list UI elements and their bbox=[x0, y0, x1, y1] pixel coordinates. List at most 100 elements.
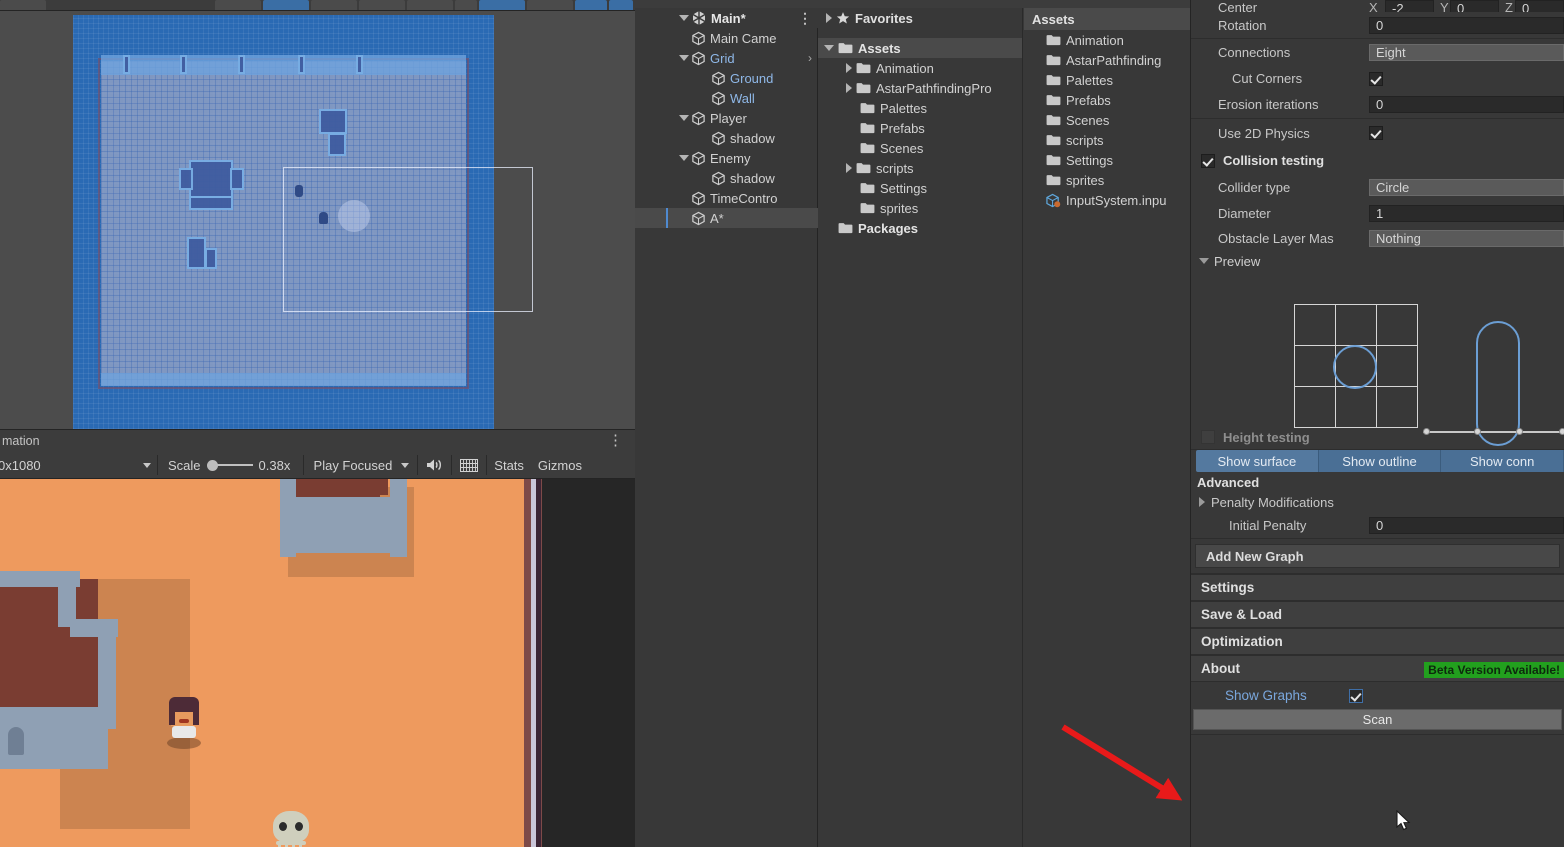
inspector-panel[interactable]: Center X -2 Y 0 Z 0 Rotation 0 Connectio… bbox=[1190, 0, 1564, 847]
project-tree-item-astarpathfindingpro[interactable]: AstarPathfindingPro bbox=[818, 78, 1022, 98]
toolbar-button-custom[interactable] bbox=[479, 0, 525, 10]
height-testing-row[interactable]: Height testing bbox=[1191, 425, 1310, 449]
hierarchy-item-shadow[interactable]: shadow bbox=[635, 168, 818, 188]
chevron-down-icon[interactable] bbox=[679, 115, 689, 121]
hierarchy-toolbar[interactable] bbox=[635, 0, 818, 8]
rotation-field[interactable]: 0 bbox=[1369, 16, 1564, 34]
toolbar-button-pivot[interactable] bbox=[527, 0, 573, 10]
chevron-down-icon[interactable] bbox=[679, 15, 689, 21]
chevron-down-icon[interactable] bbox=[1199, 258, 1209, 264]
show-graphs-checkbox[interactable] bbox=[1348, 688, 1363, 703]
hierarchy-kebab-icon[interactable]: ⋮ bbox=[798, 11, 812, 25]
use-2d-physics-row[interactable]: Use 2D Physics bbox=[1191, 119, 1564, 147]
project-content-item-prefabs[interactable]: Prefabs bbox=[1024, 90, 1190, 110]
center-row[interactable]: Center X -2 Y 0 Z 0 bbox=[1191, 0, 1564, 12]
obstacle-layer-mask-dropdown[interactable]: Nothing bbox=[1369, 230, 1564, 247]
penalty-modifications-foldout[interactable]: Penalty Modifications bbox=[1191, 492, 1564, 512]
preview-foldout[interactable]: Preview bbox=[1191, 251, 1564, 271]
project-contents-column[interactable]: Assets Animation AstarPathfinding Palettes… bbox=[1024, 8, 1190, 847]
game-view[interactable] bbox=[0, 479, 635, 847]
scene-view[interactable] bbox=[0, 11, 635, 429]
project-content-item-astarpathfinding[interactable]: AstarPathfinding bbox=[1024, 50, 1190, 70]
toolbar-button-rotate[interactable] bbox=[311, 0, 357, 10]
project-tree-column[interactable]: Favorites Assets Animation AstarPathfindin… bbox=[818, 8, 1023, 847]
hierarchy-item-timecontro[interactable]: TimeContro bbox=[635, 188, 818, 208]
toolbar-button-rect[interactable] bbox=[407, 0, 453, 10]
project-tree-item-palettes[interactable]: Palettes bbox=[818, 98, 1022, 118]
chevron-down-icon[interactable] bbox=[679, 155, 689, 161]
gizmos-grid-button[interactable] bbox=[452, 455, 488, 475]
project-content-item-palettes[interactable]: Palettes bbox=[1024, 70, 1190, 90]
center-y-field[interactable]: 0 bbox=[1450, 0, 1499, 12]
project-favorites-row[interactable]: Favorites bbox=[818, 8, 1022, 28]
obstacle-layer-mask-row[interactable]: Obstacle Layer Mas Nothing bbox=[1191, 226, 1564, 251]
project-tree-item-assets[interactable]: Assets bbox=[818, 38, 1022, 58]
toolbar-button-pause[interactable] bbox=[609, 0, 633, 10]
chevron-right-icon[interactable] bbox=[826, 13, 832, 23]
play-mode-dropdown[interactable]: Play Focused bbox=[304, 455, 419, 475]
scan-button[interactable]: Scan bbox=[1193, 709, 1562, 730]
hierarchy-scene-root[interactable]: Main* ⋮ bbox=[635, 8, 818, 28]
editor-toolbar-strip[interactable] bbox=[0, 0, 635, 11]
project-content-item-animation[interactable]: Animation bbox=[1024, 30, 1190, 50]
chevron-right-icon[interactable] bbox=[846, 83, 852, 93]
chevron-down-icon[interactable] bbox=[679, 55, 689, 61]
add-new-graph-button[interactable]: Add New Graph bbox=[1195, 544, 1560, 568]
diameter-field[interactable]: 1 bbox=[1369, 204, 1564, 222]
hierarchy-item-ground[interactable]: Ground bbox=[635, 68, 818, 88]
chevron-right-icon[interactable] bbox=[1199, 497, 1205, 507]
collider-type-dropdown[interactable]: Circle bbox=[1369, 178, 1564, 196]
toggle-show-surface[interactable]: Show surface bbox=[1196, 450, 1319, 472]
stats-button[interactable]: Stats bbox=[487, 455, 531, 475]
project-content-item-settings[interactable]: Settings bbox=[1024, 150, 1190, 170]
hierarchy-item-a-[interactable]: A* bbox=[635, 208, 818, 228]
project-content-item-inputsystem-inpu[interactable]: InputSystem.inpu bbox=[1024, 190, 1190, 210]
section-header-optimization[interactable]: Optimization bbox=[1191, 628, 1564, 655]
toolbar-button-1[interactable] bbox=[0, 0, 46, 10]
erosion-field[interactable]: 0 bbox=[1369, 96, 1564, 113]
toggle-show-outline[interactable]: Show outline bbox=[1318, 450, 1442, 472]
chevron-down-icon[interactable] bbox=[824, 45, 834, 51]
project-tree-item-animation[interactable]: Animation bbox=[818, 58, 1022, 78]
mute-audio-button[interactable] bbox=[418, 455, 453, 475]
toolbar-button-move[interactable] bbox=[263, 0, 309, 10]
display-toggle-group[interactable]: Show surface Show outline Show conn bbox=[1191, 450, 1564, 472]
game-view-toolbar[interactable]: 0x1080 Scale 0.38x Play Focused Stats Gi… bbox=[0, 452, 635, 479]
scene-view-canvas[interactable] bbox=[73, 15, 533, 429]
project-tree-item-settings[interactable]: Settings bbox=[818, 178, 1022, 198]
rotation-row[interactable]: Rotation 0 bbox=[1191, 12, 1564, 38]
chevron-right-icon[interactable] bbox=[846, 63, 852, 73]
project-content-item-sprites[interactable]: sprites bbox=[1024, 170, 1190, 190]
cut-corners-checkbox[interactable] bbox=[1369, 71, 1383, 86]
section-header-settings[interactable]: Settings bbox=[1191, 574, 1564, 601]
gizmos-button[interactable]: Gizmos bbox=[531, 455, 589, 475]
toolbar-button-play[interactable] bbox=[575, 0, 607, 10]
project-tree-item-sprites[interactable]: sprites bbox=[818, 198, 1022, 218]
scale-slider-knob[interactable] bbox=[206, 459, 218, 471]
chevron-right-icon[interactable] bbox=[846, 163, 852, 173]
toggle-show-conn[interactable]: Show conn bbox=[1441, 450, 1564, 472]
scale-control[interactable]: Scale 0.38x bbox=[158, 455, 304, 475]
project-tree-item-prefabs[interactable]: Prefabs bbox=[818, 118, 1022, 138]
game-view-tab-label[interactable]: mation bbox=[0, 434, 40, 448]
section-header-save-load[interactable]: Save & Load bbox=[1191, 601, 1564, 628]
section-header-about[interactable]: About Beta Version Available! bbox=[1191, 655, 1564, 682]
toolbar-button-transform[interactable] bbox=[455, 0, 477, 10]
height-testing-checkbox[interactable] bbox=[1201, 430, 1215, 444]
game-view-tabbar[interactable]: mation ⋮ bbox=[0, 429, 635, 452]
hierarchy-panel[interactable]: Main* ⋮ Main Came Grid › Ground Wall Player sh… bbox=[635, 0, 818, 847]
use-2d-physics-checkbox[interactable] bbox=[1369, 126, 1383, 140]
resolution-dropdown[interactable]: 0x1080 bbox=[0, 455, 158, 475]
hierarchy-item-grid[interactable]: Grid › bbox=[635, 48, 818, 68]
initial-penalty-row[interactable]: Initial Penalty 0 bbox=[1191, 512, 1564, 538]
center-x-field[interactable]: -2 bbox=[1385, 0, 1434, 12]
collision-testing-row[interactable]: Collision testing bbox=[1191, 147, 1564, 174]
project-tree-item-packages[interactable]: Packages bbox=[818, 218, 1022, 238]
show-graphs-row[interactable]: Show Graphs bbox=[1191, 682, 1564, 709]
diameter-row[interactable]: Diameter 1 bbox=[1191, 200, 1564, 226]
collider-type-row[interactable]: Collider type Circle bbox=[1191, 174, 1564, 200]
project-tree-item-scenes[interactable]: Scenes bbox=[818, 138, 1022, 158]
cut-corners-row[interactable]: Cut Corners bbox=[1191, 66, 1564, 91]
erosion-row[interactable]: Erosion iterations 0 bbox=[1191, 91, 1564, 118]
hierarchy-item-main-came[interactable]: Main Came bbox=[635, 28, 818, 48]
